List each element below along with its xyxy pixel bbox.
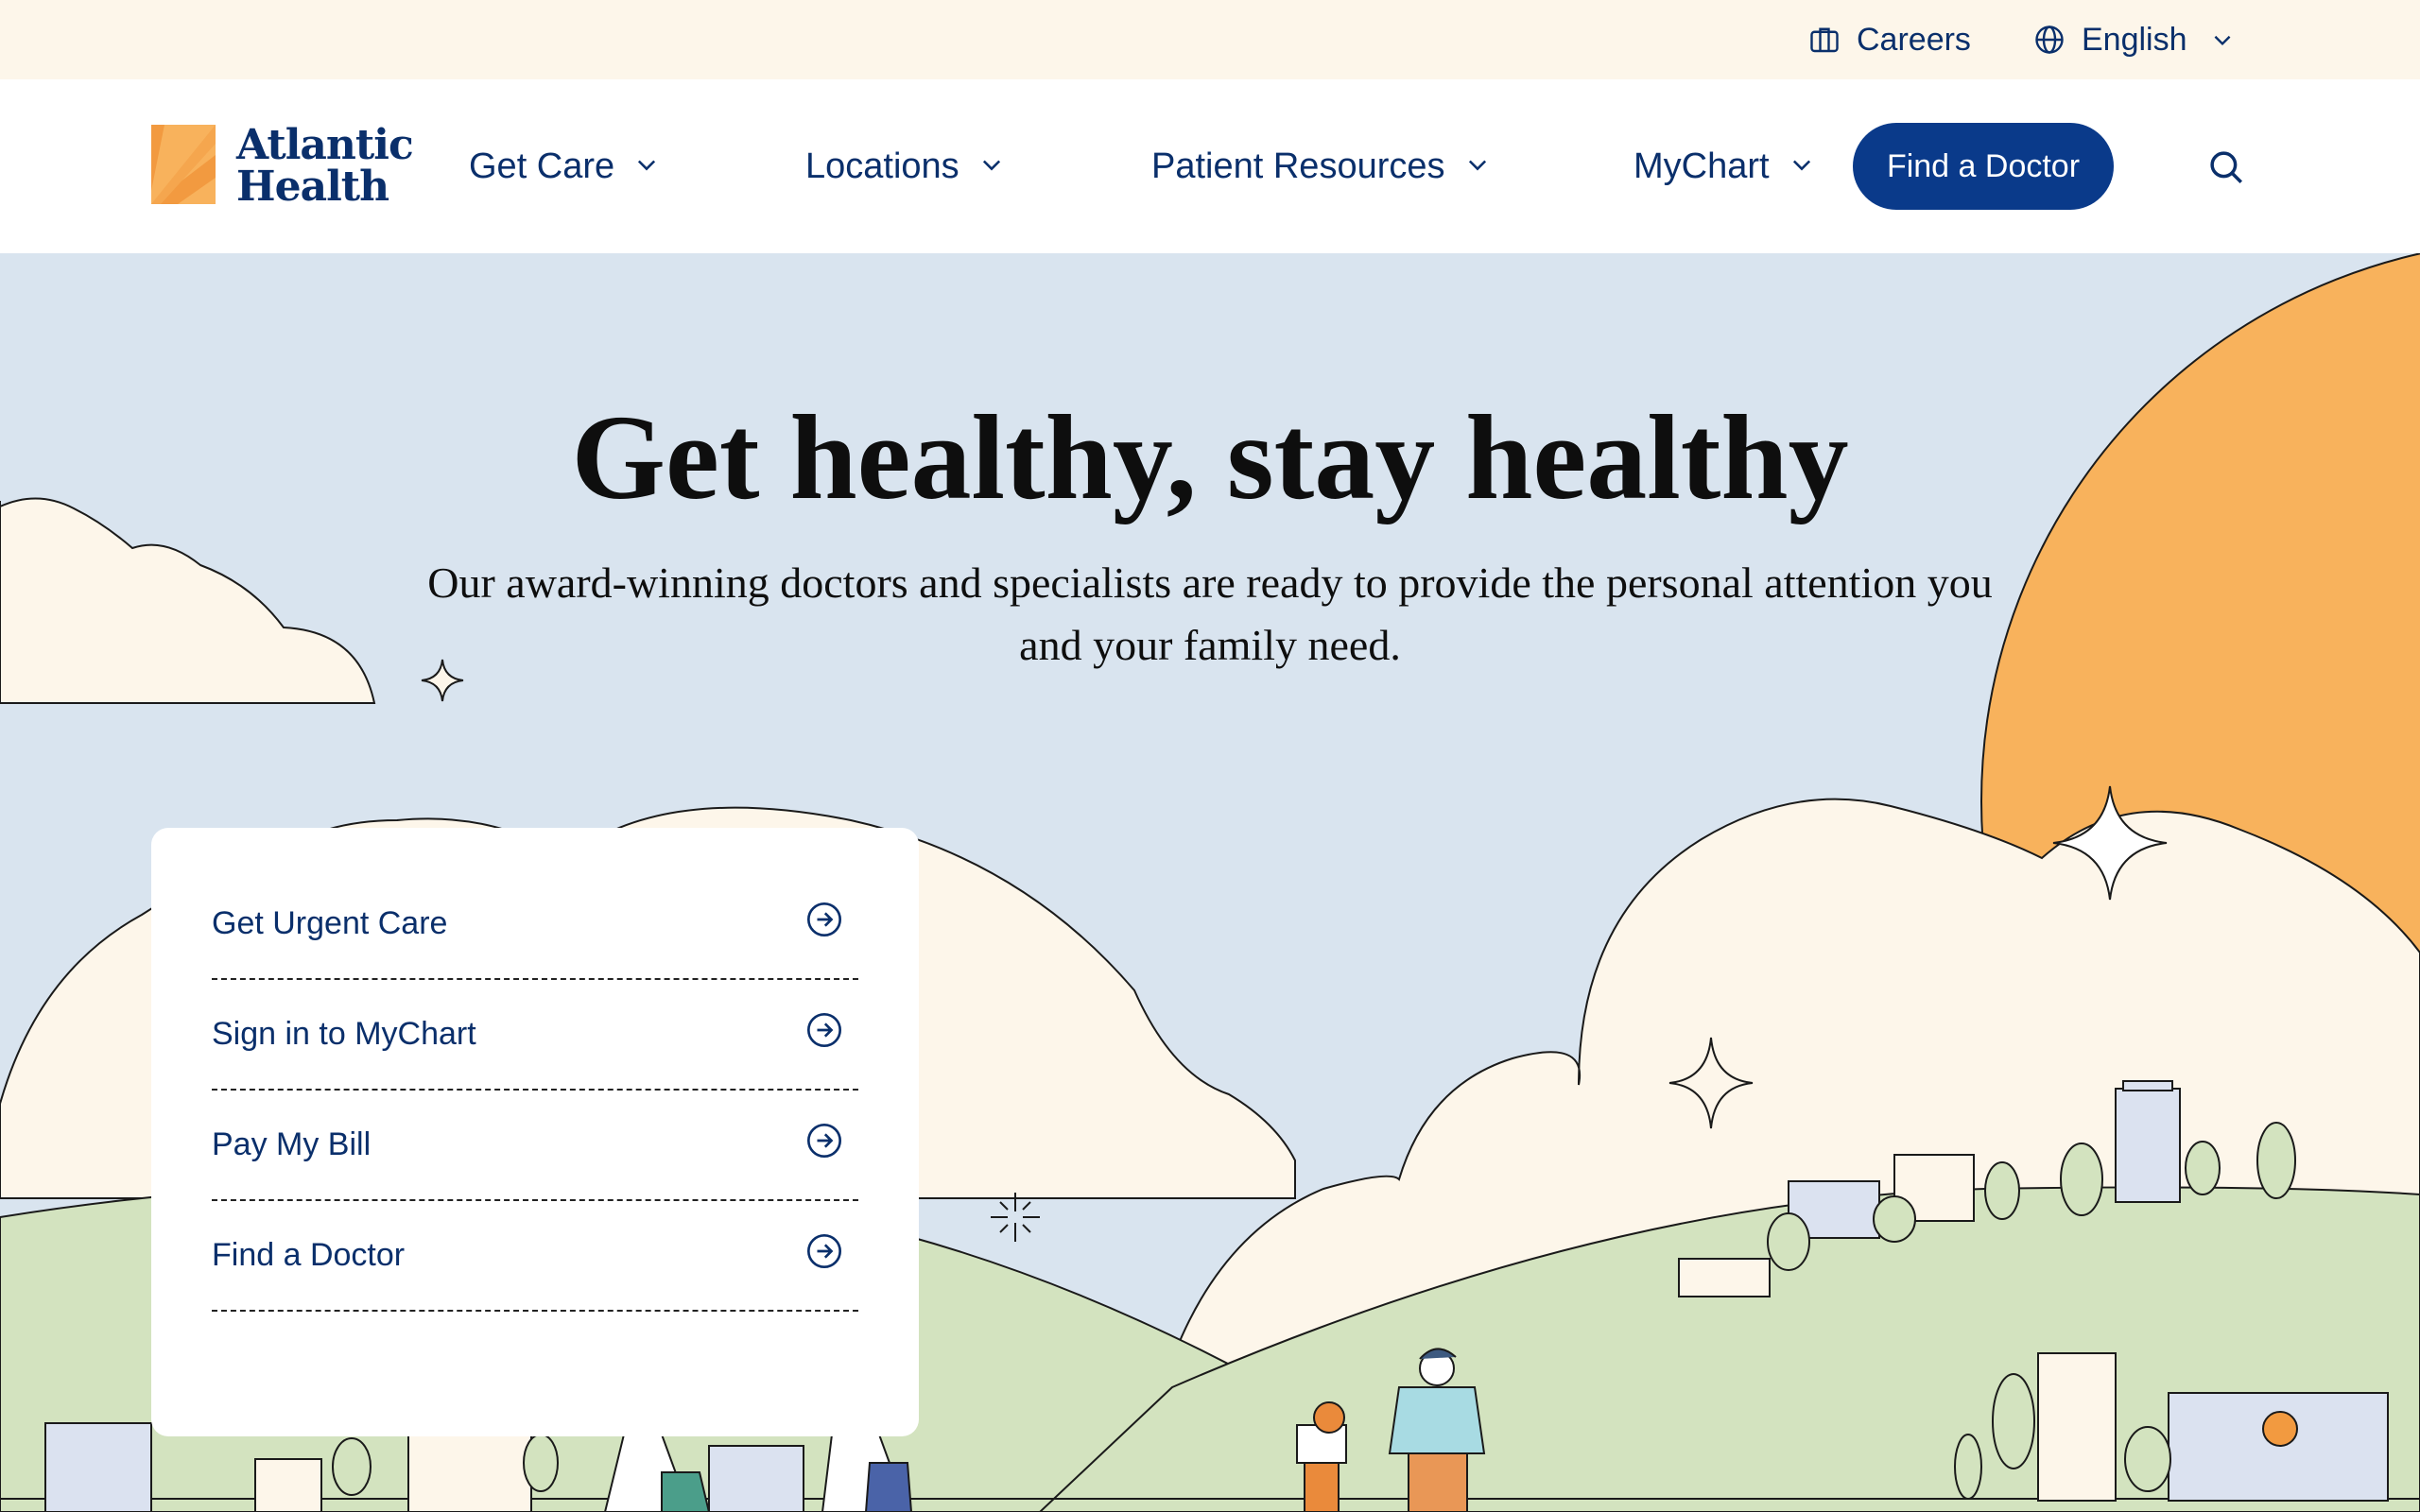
careers-link[interactable]: Careers <box>1807 0 1971 79</box>
main-nav: Atlantic Health Get Care Locations Patie… <box>0 79 2420 253</box>
nav-patient-resources[interactable]: Patient Resources <box>1151 79 1491 253</box>
quick-link-mychart[interactable]: Sign in to MyChart <box>212 980 858 1091</box>
quick-link-label: Sign in to MyChart <box>212 1016 476 1052</box>
language-label: English <box>2082 21 2187 58</box>
careers-label: Careers <box>1857 21 1971 58</box>
quick-link-label: Get Urgent Care <box>212 905 448 941</box>
hero-title: Get healthy, stay healthy <box>571 390 1849 524</box>
quick-link-label: Pay My Bill <box>212 1126 372 1162</box>
quick-links-card: Get Urgent Care Sign in to MyChart Pay M… <box>151 828 919 1436</box>
atlantic-health-logo[interactable]: Atlantic Health <box>151 121 414 212</box>
arrow-circle-right-icon <box>805 901 843 947</box>
arrow-circle-right-icon <box>805 1011 843 1057</box>
utility-bar: Careers English <box>0 0 2420 79</box>
arrow-circle-right-icon <box>805 1122 843 1168</box>
globe-icon <box>2032 23 2066 57</box>
sparkle-4 <box>991 1193 1040 1242</box>
nav-get-care[interactable]: Get Care <box>469 79 660 253</box>
nav-mychart[interactable]: MyChart <box>1634 79 1815 253</box>
chevron-down-icon <box>1464 146 1491 187</box>
quick-link-urgent-care[interactable]: Get Urgent Care <box>212 869 858 980</box>
logo-mark-icon <box>151 124 216 209</box>
nav-get-care-label: Get Care <box>469 146 615 186</box>
chevron-down-icon <box>1789 146 1815 187</box>
arrow-circle-right-icon <box>805 1232 843 1279</box>
nav-locations-label: Locations <box>805 146 959 186</box>
quick-link-find-doctor[interactable]: Find a Doctor <box>212 1201 858 1312</box>
nav-locations[interactable]: Locations <box>805 79 1005 253</box>
logo-text-line1: Atlantic <box>236 121 414 169</box>
briefcase-icon <box>1807 23 1841 57</box>
quick-link-pay-bill[interactable]: Pay My Bill <box>212 1091 858 1201</box>
chevron-down-icon <box>978 146 1005 187</box>
logo-text-line2: Health <box>236 163 389 211</box>
hero-subtitle: Our award-winning doctors and specialist… <box>427 558 1993 669</box>
nav-patient-resources-label: Patient Resources <box>1151 146 1445 186</box>
chevron-down-icon <box>2210 27 2235 52</box>
language-selector[interactable]: English <box>2032 0 2235 79</box>
nav-mychart-label: MyChart <box>1634 146 1770 186</box>
chevron-down-icon <box>633 146 660 187</box>
quick-link-label: Find a Doctor <box>212 1237 406 1273</box>
find-a-doctor-button[interactable]: Find a Doctor <box>1853 123 2114 210</box>
search-icon[interactable] <box>2206 147 2246 187</box>
